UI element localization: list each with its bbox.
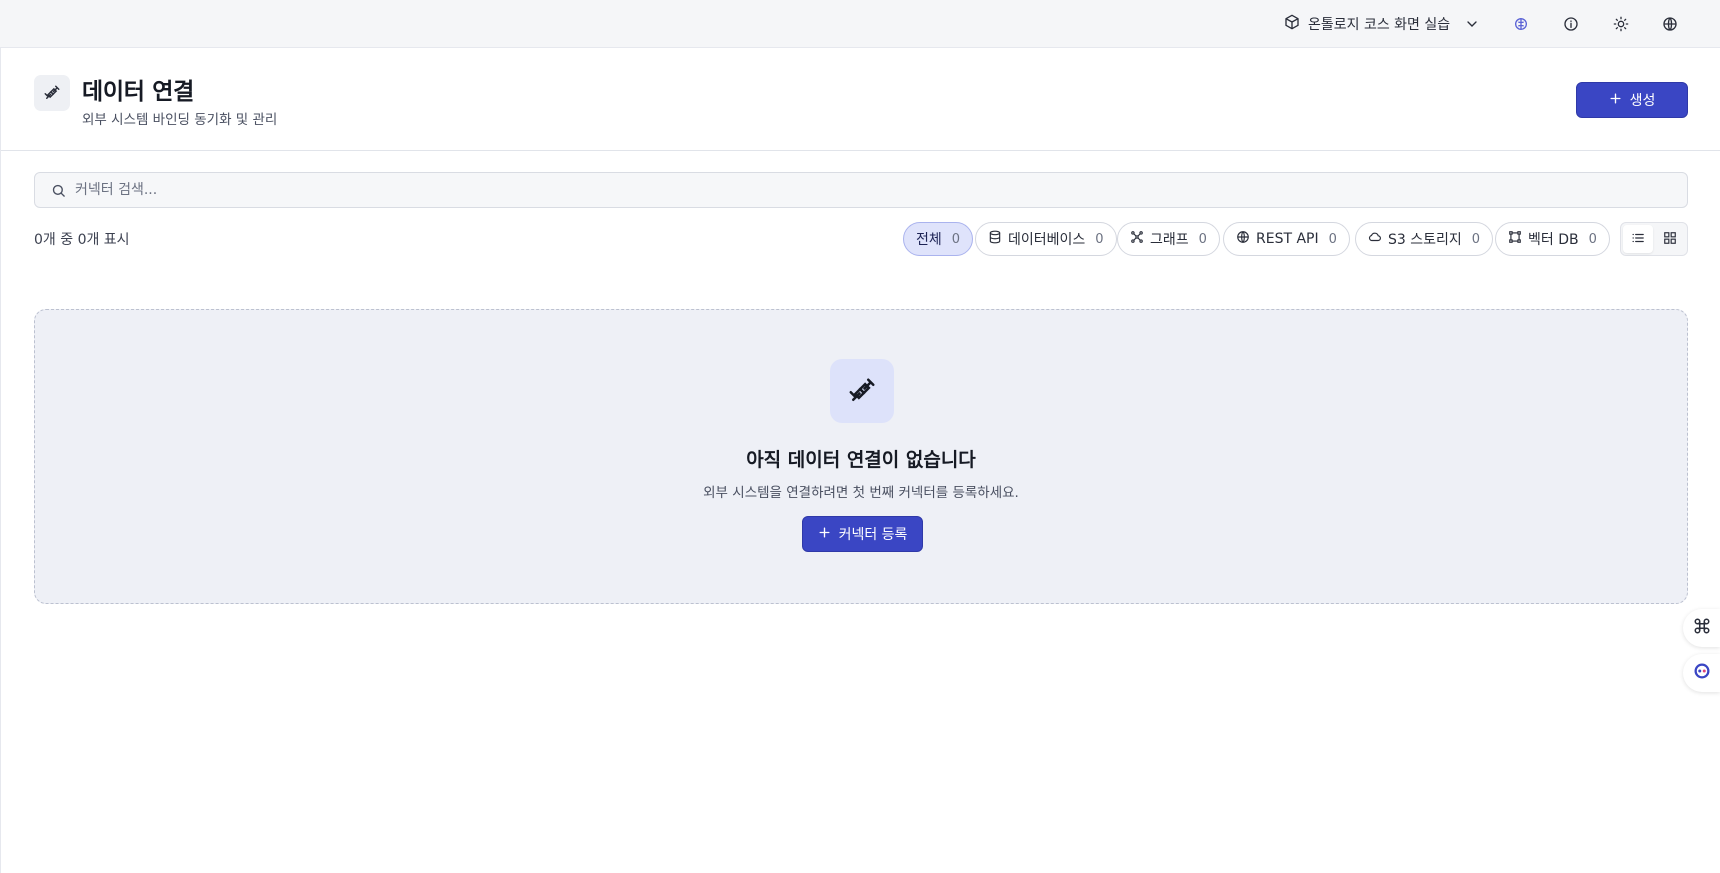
filter-count: 0 [1588,231,1597,247]
filter-count: 0 [1095,231,1104,247]
create-button-label: 생성 [1629,93,1656,109]
filter-chip-database[interactable]: 데이터베이스 0 [975,222,1117,256]
grid-icon [1663,230,1677,249]
project-name: 온톨로지 코스 화면 실습 [1308,17,1451,33]
grid-view-button[interactable] [1655,225,1685,253]
filter-count: 0 [1328,231,1337,247]
filter-label: 전체 [916,232,942,248]
graph-icon [1130,230,1144,248]
empty-state: 아직 데이터 연결이 없습니다 외부 시스템을 연결하려면 첫 번째 커넥터를 … [34,309,1688,604]
chevron-down-icon[interactable] [1464,16,1480,36]
sun-icon[interactable] [1609,12,1633,36]
filter-label: 그래프 [1150,232,1189,248]
top-bar: 온톨로지 코스 화면 실습 [0,0,1720,48]
create-button[interactable]: 생성 [1576,82,1688,118]
search-input[interactable] [75,173,1675,207]
search-bar [34,172,1688,208]
view-toggle [1620,222,1688,256]
command-icon [1693,617,1711,639]
filter-chip-rest-api[interactable]: REST API 0 [1223,222,1350,256]
filter-label: 데이터베이스 [1008,232,1086,248]
vector-icon [1508,230,1522,248]
register-connector-button[interactable]: 커넥터 등록 [802,516,923,552]
database-icon [988,230,1002,248]
filter-chip-s3-storage[interactable]: S3 스토리지 0 [1355,222,1494,256]
page-header: 데이터 연결 외부 시스템 바인딩 동기화 및 관리 생성 [1,48,1720,151]
brain-icon[interactable] [1509,12,1533,36]
filter-count: 0 [1198,231,1207,247]
package-icon [1284,14,1300,34]
shortcut-widget[interactable] [1683,609,1720,647]
filter-label: 벡터 DB [1528,232,1579,248]
filter-label: REST API [1256,231,1319,247]
main-panel: 데이터 연결 외부 시스템 바인딩 동기화 및 관리 생성 0개 중 0개 표시… [0,48,1720,873]
page-title: 데이터 연결 [82,79,195,105]
plug-icon [34,75,70,111]
info-icon[interactable] [1559,12,1583,36]
globe-icon[interactable] [1658,12,1682,36]
list-icon [1631,230,1645,249]
plus-icon [818,526,831,543]
bot-icon [1693,662,1711,684]
register-button-label: 커넥터 등록 [838,527,908,543]
assistant-widget[interactable] [1683,654,1720,692]
filter-chip-graph[interactable]: 그래프 0 [1117,222,1220,256]
result-count: 0개 중 0개 표시 [34,232,130,248]
filter-chip-vector-db[interactable]: 벡터 DB 0 [1495,222,1610,256]
cloud-icon [1368,230,1382,248]
plus-icon [1609,92,1622,109]
plug-icon [830,359,894,423]
filter-chip-all[interactable]: 전체 0 [903,222,974,256]
filter-count: 0 [951,231,961,247]
empty-state-title: 아직 데이터 연결이 없습니다 [746,449,976,471]
page-subtitle: 외부 시스템 바인딩 동기화 및 관리 [82,112,278,128]
filter-label: S3 스토리지 [1388,232,1462,248]
empty-state-description: 외부 시스템을 연결하려면 첫 번째 커넥터를 등록하세요. [703,485,1019,501]
project-selector[interactable]: 온톨로지 코스 화면 실습 [1284,12,1477,36]
filter-count: 0 [1471,231,1481,247]
globe-icon [1236,230,1250,248]
list-view-button[interactable] [1623,225,1653,253]
